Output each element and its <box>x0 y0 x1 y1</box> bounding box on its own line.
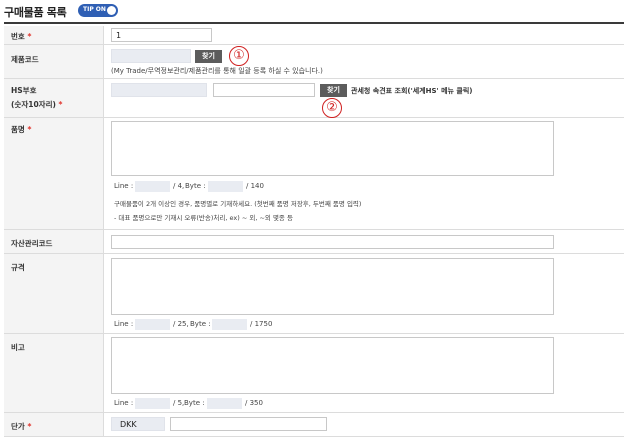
label-cell: 자산관리코드 <box>4 230 104 253</box>
hs-code-label: HS부호 <box>11 86 37 95</box>
row-product-code: 제품코드 찾기 (My Trade/무역정보관리/제품관리를 통해 일괄 등록 … <box>4 45 624 79</box>
row-item-name: 품명 * Line : / 4, Byte : / 140 구매물품이 2개 이… <box>4 118 624 230</box>
spec-line-max: / 25, <box>173 320 189 328</box>
hs-code-find-button[interactable]: 찾기 <box>320 84 347 97</box>
spec-byte-count <box>212 319 247 330</box>
remark-line-max: / 5, <box>173 399 185 407</box>
item-name-line-count <box>135 181 170 192</box>
product-code-input[interactable] <box>111 49 191 63</box>
item-name-line-label: Line : <box>114 182 134 190</box>
spec-line-count <box>135 319 170 330</box>
label-cell: 번호 * <box>4 26 104 44</box>
section-title: 구매물품 목록 <box>4 6 67 19</box>
hs-code-input[interactable] <box>111 83 207 97</box>
item-name-byte-label: Byte : <box>185 182 206 190</box>
row-spec: 규격 Line : / 25, Byte : / 1750 <box>4 254 624 334</box>
item-name-textarea[interactable] <box>111 121 554 176</box>
item-name-guide-1: 구매물품이 2개 이상인 경우, 품명별로 기재하세요. (첫번째 품명 저장후… <box>114 200 362 208</box>
row-remark: 비고 Line : / 5, Byte : / 350 <box>4 334 624 413</box>
item-name-guide-2: - 대표 품명으로만 기재시 오류(반송)처리, ex) ~ 외, ~외 몇종 … <box>114 214 293 222</box>
marker-2: ② <box>322 98 342 118</box>
product-code-find-button[interactable]: 찾기 <box>195 50 222 63</box>
section-header: 구매물품 목록 TIP ON <box>4 0 624 24</box>
number-label: 번호 * <box>11 32 32 41</box>
product-code-label: 제품코드 <box>11 55 39 64</box>
spec-byte-label: Byte : <box>190 320 211 328</box>
item-name-byte-count <box>208 181 243 192</box>
remark-byte-count <box>207 398 242 409</box>
spec-textarea[interactable] <box>111 258 554 315</box>
spec-line-label: Line : <box>114 320 134 328</box>
tip-toggle-label: TIP ON <box>83 6 106 13</box>
currency-field: DKK <box>111 417 165 431</box>
row-asset-code: 자산관리코드 <box>4 230 624 254</box>
row-hs-code: HS부호 (숫자10자리) * 찾기 관세청 속견표 조회('세계HS' 메뉴 … <box>4 79 624 118</box>
purchase-item-form: 번호 * 1 제품코드 찾기 (My Trade/무역정보관리/제품관리를 통해… <box>4 26 624 438</box>
remark-byte-max: / 350 <box>245 399 263 407</box>
asset-code-label: 자산관리코드 <box>11 239 53 248</box>
row-number: 번호 * 1 <box>4 26 624 45</box>
row-unit-price: 단가 * DKK <box>4 413 624 437</box>
remark-byte-label: Byte : <box>184 399 205 407</box>
hs-code-name-input[interactable] <box>213 83 315 97</box>
label-cell: 비고 <box>4 334 104 412</box>
asset-code-input[interactable] <box>111 235 554 249</box>
item-name-line-max: / 4, <box>173 182 185 190</box>
remark-line-count <box>135 398 170 409</box>
number-input[interactable]: 1 <box>111 28 212 42</box>
label-cell: 품명 * <box>4 118 104 229</box>
product-code-note: (My Trade/무역정보관리/제품관리를 통해 일괄 등록 하실 수 있습니… <box>111 67 323 75</box>
label-cell: 단가 * <box>4 413 104 436</box>
spec-byte-max: / 1750 <box>250 320 273 328</box>
unit-price-input[interactable] <box>170 417 327 431</box>
customs-lookup-link[interactable]: 관세청 속견표 조회('세계HS' 메뉴 클릭) <box>351 86 473 96</box>
remark-label: 비고 <box>11 343 25 352</box>
spec-label: 규격 <box>11 263 25 272</box>
label-cell: HS부호 (숫자10자리) * <box>4 79 104 117</box>
label-cell: 규격 <box>4 254 104 333</box>
unit-price-label: 단가 * <box>11 422 32 431</box>
toggle-knob <box>107 6 116 15</box>
marker-1: ① <box>229 46 249 66</box>
item-name-byte-max: / 140 <box>246 182 264 190</box>
tip-toggle[interactable]: TIP ON <box>78 4 118 17</box>
label-cell: 제품코드 <box>4 45 104 78</box>
item-name-label: 품명 * <box>11 125 32 134</box>
hs-code-sublabel: (숫자10자리) * <box>11 100 63 109</box>
remark-line-label: Line : <box>114 399 134 407</box>
remark-textarea[interactable] <box>111 337 554 394</box>
